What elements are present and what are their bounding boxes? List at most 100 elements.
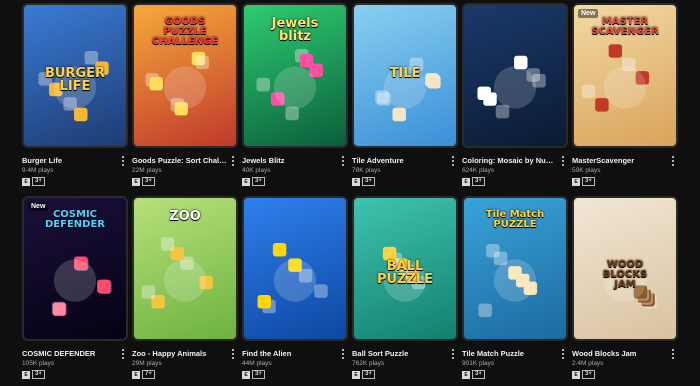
more-options-icon[interactable] [450, 156, 456, 166]
art-shape [141, 285, 156, 299]
game-thumbnail[interactable]: ZOO [132, 196, 238, 341]
game-title[interactable]: Ball Sort Puzzle [352, 349, 448, 358]
rating-icon: E [462, 177, 470, 186]
game-thumbnail[interactable] [242, 196, 348, 341]
dot [562, 160, 564, 162]
game-thumbnail[interactable] [462, 3, 568, 148]
game-title[interactable]: MasterScavenger [572, 156, 668, 165]
age-rating: E 3+ [462, 370, 485, 379]
more-options-icon[interactable] [120, 156, 126, 166]
more-options-icon[interactable] [230, 349, 236, 359]
game-title[interactable]: Jewels Blitz [242, 156, 338, 165]
game-logo-text: WOOD BLOCKS JAM [602, 259, 648, 290]
dot [452, 353, 454, 355]
dot [232, 353, 234, 355]
art-shape [272, 243, 287, 257]
art-shape [51, 301, 66, 316]
dot [122, 164, 124, 166]
game-thumbnail[interactable]: WOOD BLOCKS JAM [572, 196, 678, 341]
age-rating: E 3+ [352, 370, 375, 379]
game-logo-text: Tile Match PUZZLE [485, 209, 545, 230]
age-rating: E 3+ [572, 370, 595, 379]
game-title[interactable]: Find the Alien [242, 349, 338, 358]
dot [562, 353, 564, 355]
art-shape [483, 92, 497, 106]
more-options-icon[interactable] [230, 156, 236, 166]
art-shape [314, 284, 328, 298]
game-title[interactable]: Tile Match Puzzle [462, 349, 558, 358]
game-title[interactable]: Goods Puzzle: Sort Challenge [132, 156, 228, 165]
play-count: 29M plays [132, 360, 162, 367]
more-options-icon[interactable] [560, 349, 566, 359]
age-badge: 3+ [252, 177, 265, 186]
game-card-wood-blocks-jam[interactable]: WOOD BLOCKS JAM Wood Blocks Jam 2.4M plays… [572, 196, 678, 382]
dot [562, 164, 564, 166]
dot [122, 160, 124, 162]
game-thumbnail[interactable]: MASTER SCAVENGER New [572, 3, 678, 148]
play-count: 624K plays [462, 167, 495, 174]
game-thumbnail[interactable]: GOODS PUZZLE CHALLENGE [132, 3, 238, 148]
game-thumbnail[interactable]: Tile Match PUZZLE [462, 196, 568, 341]
game-card-ball-sort-puzzle[interactable]: BALL PUZZLE Ball Sort Puzzle 762K plays E 3+ [352, 196, 458, 382]
age-rating: E 3+ [242, 370, 265, 379]
game-thumbnail[interactable]: BALL PUZZLE [352, 196, 458, 341]
rating-icon: E [572, 177, 580, 186]
age-rating: E 3+ [132, 177, 155, 186]
dot [122, 353, 124, 355]
game-card-tile-adventure[interactable]: TILE Tile Adventure 78K plays E 3+ [352, 3, 458, 189]
game-thumbnail[interactable]: COSMIC DEFENDER New [22, 196, 128, 341]
more-options-icon[interactable] [340, 156, 346, 166]
game-card-find-the-alien[interactable]: Find the Alien 44M plays E 3+ [242, 196, 348, 382]
game-title[interactable]: Zoo - Happy Animals [132, 349, 228, 358]
game-card-cosmic-defender[interactable]: COSMIC DEFENDER New COSMIC DEFENDER 105K pl… [22, 196, 128, 382]
play-count: 78K plays [352, 167, 381, 174]
age-badge: 3+ [32, 370, 45, 379]
game-card-burger-life[interactable]: BURGER LIFE Burger Life 9.4M plays E 3+ [22, 3, 128, 189]
dot [452, 160, 454, 162]
game-title[interactable]: Burger Life [22, 156, 118, 165]
game-thumbnail[interactable]: BURGER LIFE [22, 3, 128, 148]
play-count: 9.4M plays [22, 167, 54, 174]
age-rating: E 3+ [242, 177, 265, 186]
game-logo-text: BALL PUZZLE [376, 259, 434, 287]
game-thumbnail[interactable]: Jewels blitz [242, 3, 348, 148]
play-count: 901K plays [462, 360, 495, 367]
art-shape [195, 55, 210, 70]
game-title[interactable]: Wood Blocks Jam [572, 349, 668, 358]
game-card-tile-match-puzzle[interactable]: Tile Match PUZZLE Tile Match Puzzle 901K p… [462, 196, 568, 382]
rating-icon: E [132, 177, 140, 186]
dot [562, 156, 564, 158]
scroll-fade [692, 0, 700, 386]
rating-icon: E [242, 177, 250, 186]
game-logo-text: TILE [389, 66, 421, 81]
rating-icon: E [22, 370, 30, 379]
dot [672, 353, 674, 355]
game-card-zoo-happy-animals[interactable]: ZOO Zoo - Happy Animals 29M plays E 7+ [132, 196, 238, 382]
game-title[interactable]: Coloring: Mosaic by Numbers [462, 156, 558, 165]
game-card-master-scavenger[interactable]: MASTER SCAVENGER New MasterScavenger 59K pl… [572, 3, 678, 189]
art-shape [603, 66, 647, 109]
age-rating: E 3+ [572, 177, 595, 186]
age-badge: 3+ [362, 370, 375, 379]
art-shape [160, 237, 175, 251]
game-logo-text: GOODS PUZZLE CHALLENGE [151, 16, 219, 47]
art-shape [493, 66, 537, 109]
more-options-icon[interactable] [450, 349, 456, 359]
art-shape [299, 53, 314, 68]
more-options-icon[interactable] [670, 349, 676, 359]
more-options-icon[interactable] [560, 156, 566, 166]
more-options-icon[interactable] [340, 349, 346, 359]
art-shape [273, 259, 317, 302]
age-badge: 3+ [582, 370, 595, 379]
dot [232, 160, 234, 162]
play-count: 59K plays [572, 167, 601, 174]
game-title[interactable]: Tile Adventure [352, 156, 448, 165]
game-card-goods-puzzle[interactable]: GOODS PUZZLE CHALLENGE Goods Puzzle: Sort… [132, 3, 238, 189]
more-options-icon[interactable] [670, 156, 676, 166]
game-card-coloring-mosaic[interactable]: Coloring: Mosaic by Numbers 624K plays E 3+ [462, 3, 568, 189]
game-title[interactable]: COSMIC DEFENDER [22, 349, 118, 358]
game-thumbnail[interactable]: TILE [352, 3, 458, 148]
art-shape [257, 294, 271, 309]
more-options-icon[interactable] [120, 349, 126, 359]
game-card-jewels-blitz[interactable]: Jewels blitz Jewels Blitz 40K plays E 3+ [242, 3, 348, 189]
